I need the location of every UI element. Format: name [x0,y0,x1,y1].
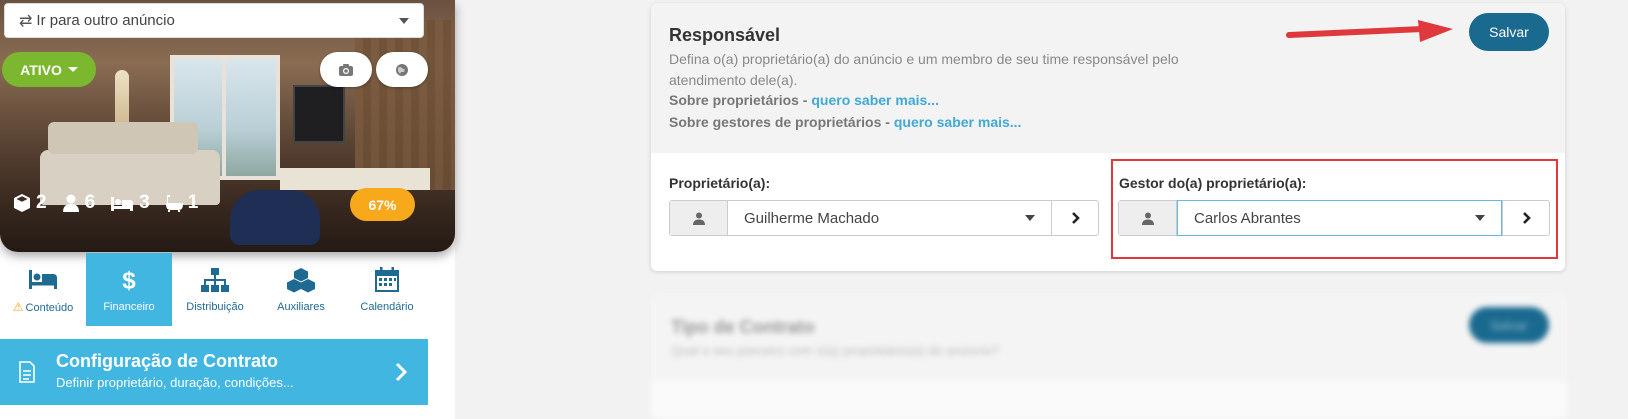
cube-icon [14,194,30,212]
bed-icon [29,269,57,289]
stat-bedrooms: 3 [109,192,150,214]
chevron-down-icon [1025,215,1035,221]
contract-type-subtitle: Qual o seu parceiro com o(a) proprietári… [671,343,1000,358]
owners-info-text: Sobre proprietários - [669,92,812,108]
contract-config-title: Configuração de Contrato [56,351,279,371]
listing-photo: ⇄ Ir para outro anúncio ATIVO 2 6 3 1 67… [0,0,455,252]
camera-icon [339,63,353,76]
owners-learn-more-link[interactable]: quero saber mais... [811,92,939,108]
stat-guests-value: 6 [84,192,96,213]
tab-auxiliares[interactable]: Auxiliares [258,253,344,326]
owner-field-label: Proprietário(a): [669,175,771,191]
globe-icon [396,63,408,76]
owner-addon [670,201,728,235]
swap-arrows-icon: ⇄ [19,12,33,30]
ad-switch-label: Ir para outro anúncio [36,12,175,29]
photo-tv [293,85,345,143]
tab-label: Conteúdo [25,301,74,314]
contract-type-save-button[interactable]: Salvar [1469,307,1549,343]
owner-input-group: Guilherme Machado [669,200,1099,236]
svg-text:$: $ [122,267,136,292]
status-dropdown-button[interactable]: ATIVO [2,52,96,87]
tab-conteudo[interactable]: ⚠ Conteúdo [0,253,86,326]
responsavel-title: Responsável [669,25,781,45]
chevron-right-icon [395,362,408,382]
owner-open-button[interactable] [1051,201,1098,235]
bed-icon [111,197,134,211]
dollar-icon: $ [122,267,136,292]
sitemap-icon [201,267,229,292]
photo-console [280,168,430,190]
stat-bathrooms: 1 [164,192,199,214]
tab-calendario[interactable]: Calendário [344,253,430,326]
tab-distribuicao[interactable]: Distribuição [172,253,258,326]
tab-label: Financeiro [103,300,155,313]
bathtub-icon [165,195,183,212]
ad-switch-select[interactable]: ⇄ Ir para outro anúncio [4,3,424,38]
stat-bathrooms-value: 1 [187,192,199,213]
contract-type-card: Tipo de Contrato Qual o seu parceiro com… [651,293,1567,419]
cubes-icon [287,267,315,292]
stat-units-value: 2 [36,192,47,213]
contract-type-title: Tipo de Contrato [671,317,815,337]
managers-info-text: Sobre gestores de proprietários - [669,114,894,130]
stat-guests: 6 [61,192,96,214]
stat-units: 2 [12,192,47,214]
user-icon [692,212,705,225]
photos-button[interactable] [320,52,372,87]
managers-learn-more-link[interactable]: quero saber mais... [894,114,1022,130]
annotation-arrow-icon [1286,20,1453,42]
tab-label: Calendário [360,300,414,313]
annotation-highlight-box [1111,159,1558,259]
owner-select-value: Guilherme Machado [744,209,880,227]
calendar-icon [375,266,399,292]
listing-tabs: ⚠ Conteúdo $ Financeiro Distribuição Auxi… [0,253,430,326]
contract-config-subtitle: Definir proprietário, duração, condições… [56,375,294,390]
user-icon [62,194,79,212]
managers-info: Sobre gestores de proprietários - quero … [669,114,1021,130]
chevron-down-icon [67,67,78,72]
tab-label: Auxiliares [277,300,325,313]
chevron-down-icon [399,17,409,24]
chevron-right-icon [1071,212,1080,224]
responsavel-description: Defina o(a) proprietário(a) do anúncio e… [669,51,1179,88]
warning-icon: ⚠ [12,299,24,314]
completion-badge: 67% [350,188,415,221]
contract-type-body [651,381,1567,419]
status-label: ATIVO [20,61,62,78]
tab-financeiro[interactable]: $ Financeiro [86,253,172,326]
document-icon [19,361,35,383]
map-button[interactable] [376,52,428,87]
owner-select[interactable]: Guilherme Machado [728,201,1051,235]
stat-bedrooms-value: 3 [139,192,150,213]
save-button[interactable]: Salvar [1469,13,1549,51]
contract-config-item[interactable]: Configuração de Contrato Definir proprie… [0,339,428,405]
photo-wood-panel [355,20,455,190]
tab-label: Distribuição [186,300,244,313]
photo-chair [230,190,320,245]
listing-sidebar: ⇄ Ir para outro anúncio ATIVO 2 6 3 1 67… [0,0,455,419]
listing-stats: 2 6 3 1 [12,192,198,214]
owners-info: Sobre proprietários - quero saber mais..… [669,92,939,108]
